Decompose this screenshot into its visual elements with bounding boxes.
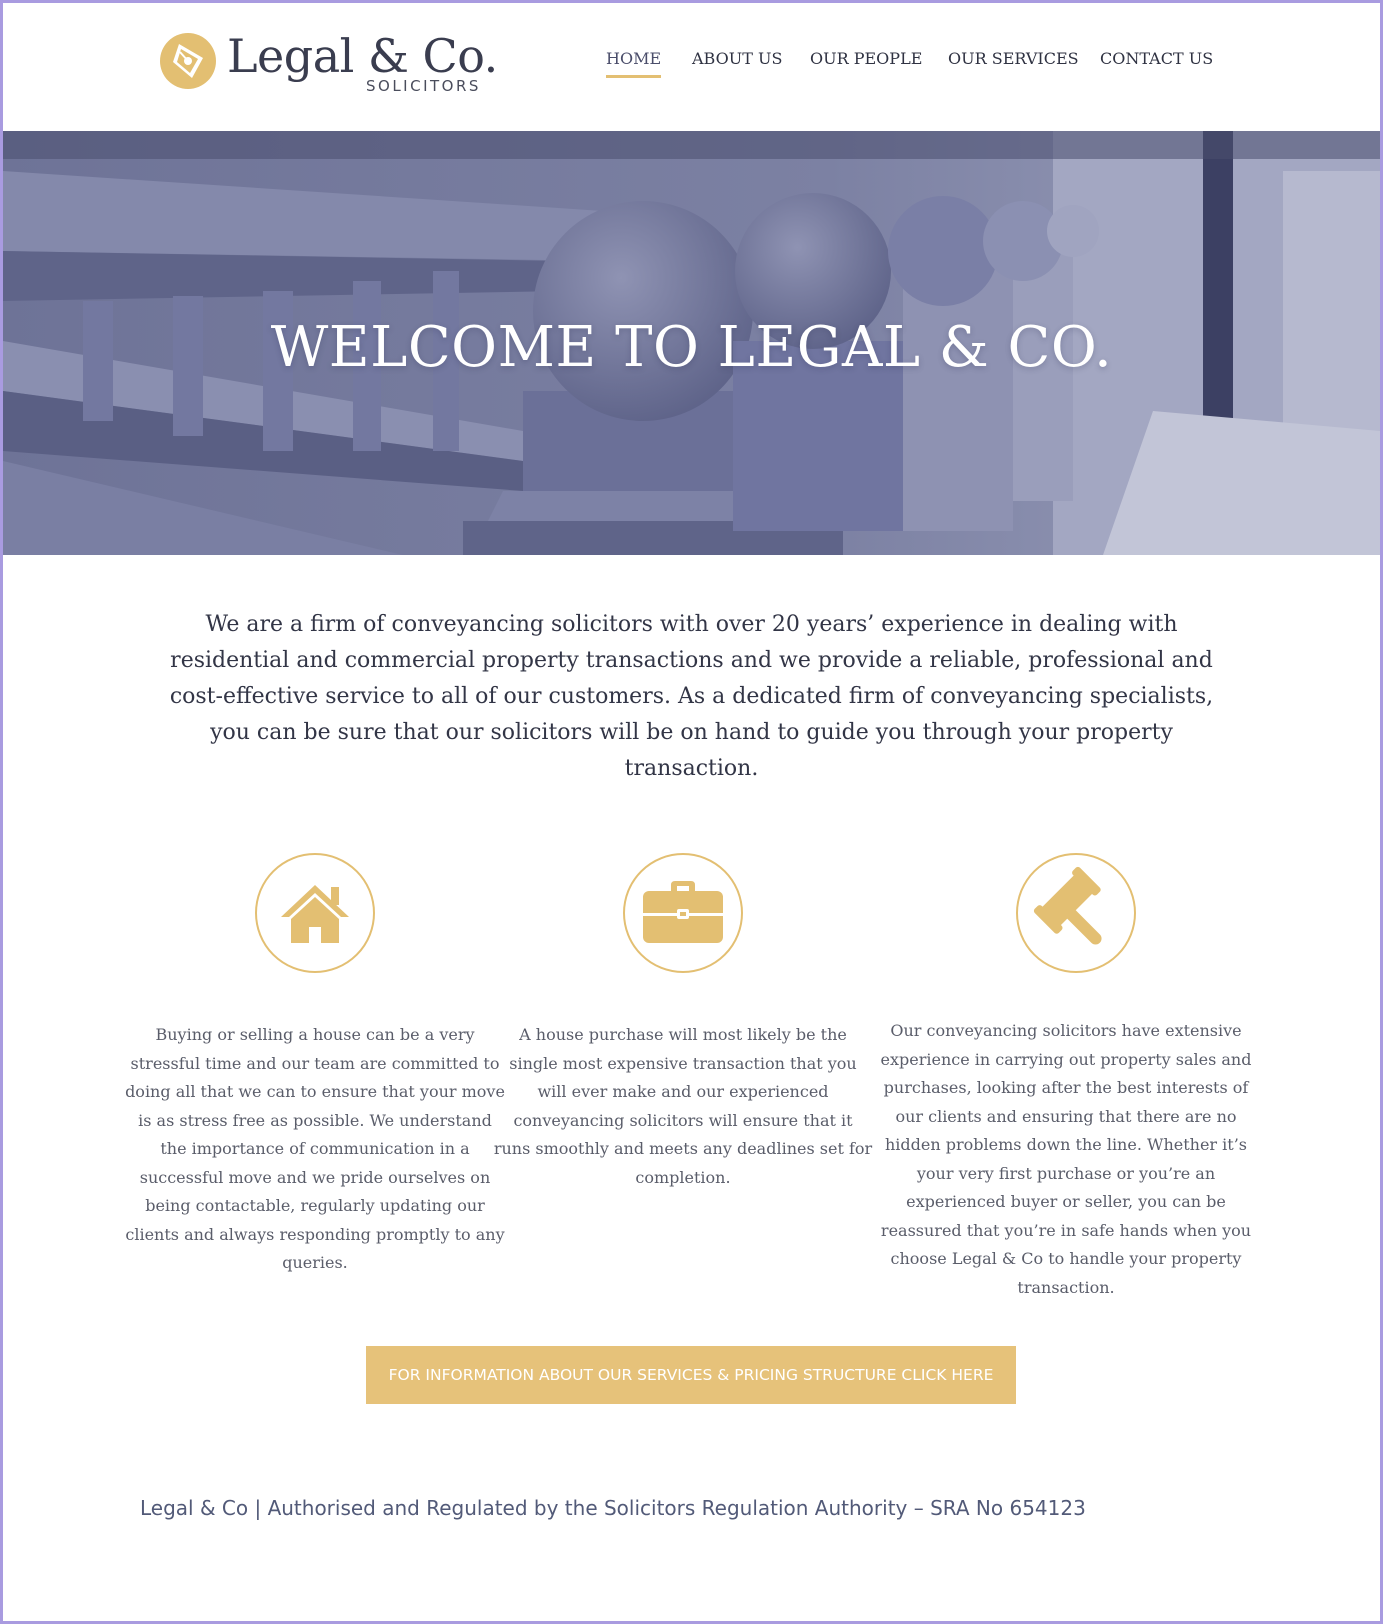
nav-home[interactable]: HOME: [606, 49, 662, 78]
nav-contact-us[interactable]: CONTACT US: [1100, 49, 1213, 68]
gavel-icon: [1033, 866, 1102, 945]
nav-about-us-label: ABOUT US: [692, 49, 783, 68]
hero-title: WELCOME TO LEGAL & CO.: [270, 315, 1113, 380]
nav-contact-us-label: CONTACT US: [1100, 49, 1214, 68]
hero-banner: WELCOME TO LEGAL & CO.: [3, 131, 1380, 555]
feature-text: Buying or selling a house can be a very …: [125, 1025, 505, 1272]
house-icon: [281, 885, 349, 943]
page-frame: Legal & Co. SOLICITORS HOME ABOUT US OUR…: [0, 0, 1383, 1624]
main-nav: HOME ABOUT US OUR PEOPLE OUR SERVICES CO…: [3, 49, 1380, 89]
feature-icon-circle: [1016, 853, 1136, 973]
nav-about-us[interactable]: ABOUT US: [692, 49, 782, 68]
feature-icon-circle: [623, 853, 743, 973]
nav-our-people[interactable]: OUR PEOPLE: [810, 49, 922, 68]
nav-home-label: HOME: [606, 49, 662, 68]
services-pricing-button[interactable]: FOR INFORMATION ABOUT OUR SERVICES & PRI…: [366, 1346, 1016, 1404]
nav-our-services[interactable]: OUR SERVICES: [948, 49, 1079, 68]
nav-our-services-label: OUR SERVICES: [948, 49, 1079, 68]
feature-text: Our conveyancing solicitors have extensi…: [880, 1021, 1252, 1297]
site-header: Legal & Co. SOLICITORS HOME ABOUT US OUR…: [3, 3, 1380, 131]
briefcase-icon: [643, 881, 723, 943]
feature-icon-circle: [255, 853, 375, 973]
nav-active-underline: [606, 75, 662, 78]
feature-text: A house purchase will most likely be the…: [493, 1025, 873, 1187]
footer-regulation-text: Legal & Co | Authorised and Regulated by…: [140, 1496, 1086, 1520]
nav-our-people-label: OUR PEOPLE: [810, 49, 923, 68]
intro-paragraph: We are a firm of conveyancing solicitors…: [169, 612, 1214, 781]
